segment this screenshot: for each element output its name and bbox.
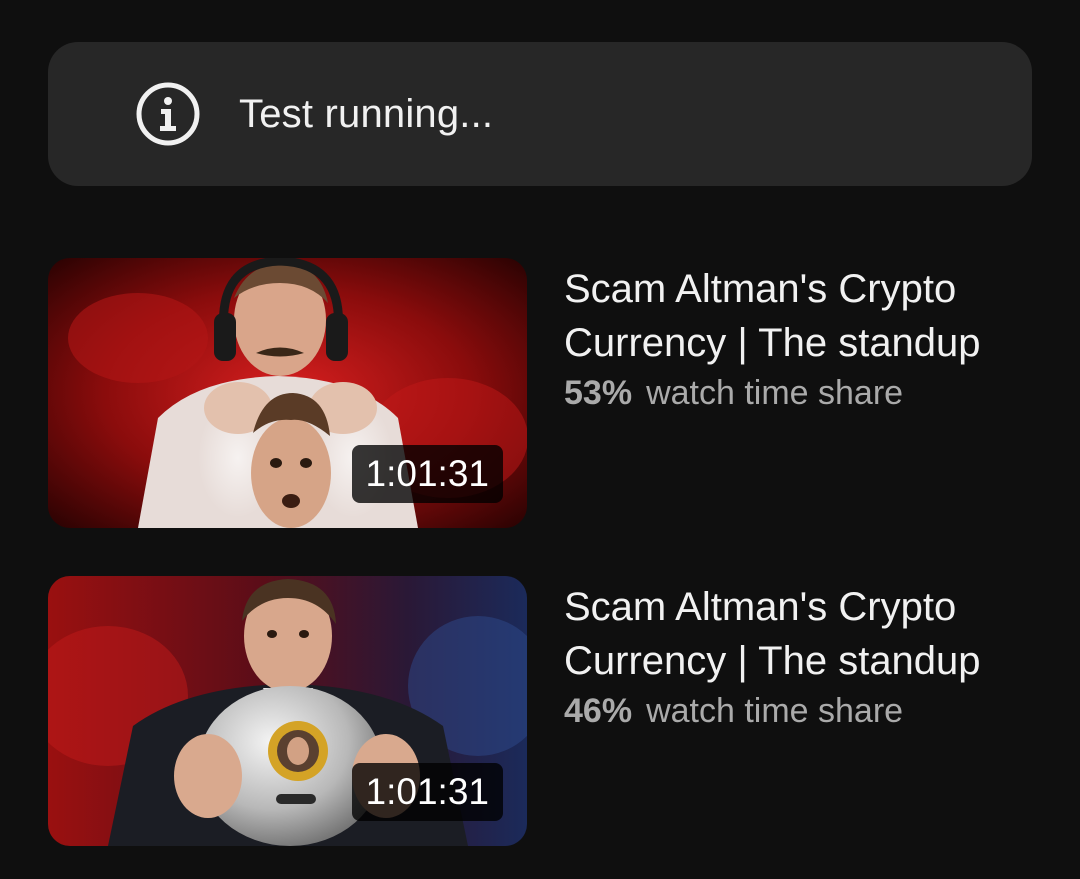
video-title[interactable]: Scam Altman's Crypto Currency | The stan… — [564, 262, 1034, 370]
banner-text: Test running... — [239, 91, 494, 136]
video-duration: 1:01:31 — [351, 445, 503, 503]
watch-time-share-label: watch time share — [646, 374, 904, 412]
watch-time-share-value: 53% — [564, 374, 633, 412]
test-running-banner: Test running... — [48, 42, 1032, 186]
watch-time-share-label: watch time share — [646, 692, 904, 730]
video-meta: Scam Altman's Crypto Currency | The stan… — [564, 580, 1034, 734]
video-title[interactable]: Scam Altman's Crypto Currency | The stan… — [564, 580, 1034, 688]
watch-time-share: 46% watch time share — [564, 688, 1034, 734]
video-card[interactable]: 1:01:31 Scam Altman's Crypto Currency | … — [48, 258, 1038, 528]
video-duration: 1:01:31 — [351, 763, 503, 821]
watch-time-share-value: 46% — [564, 692, 633, 730]
video-meta: Scam Altman's Crypto Currency | The stan… — [564, 262, 1034, 416]
video-thumbnail[interactable]: 1:01:31 — [48, 576, 527, 846]
info-icon — [135, 81, 201, 147]
watch-time-share: 53% watch time share — [564, 370, 1034, 416]
video-thumbnail[interactable]: 1:01:31 — [48, 258, 527, 528]
video-card[interactable]: 1:01:31 Scam Altman's Crypto Currency | … — [48, 576, 1038, 846]
